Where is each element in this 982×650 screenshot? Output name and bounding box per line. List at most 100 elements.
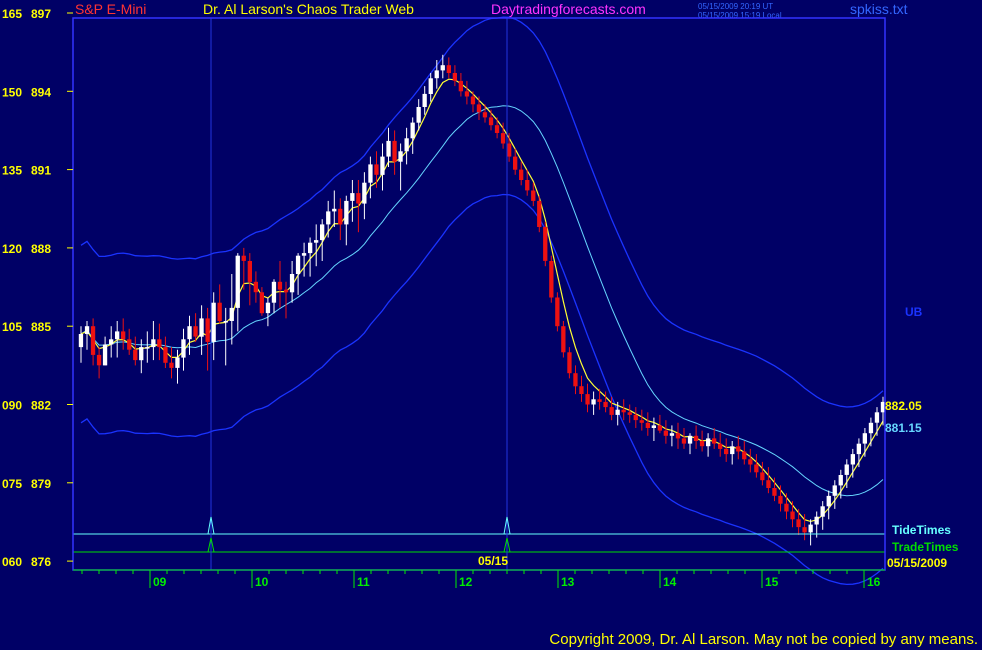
- candle: [687, 433, 693, 455]
- candle: [386, 127, 391, 167]
- x-day-label: 14: [663, 575, 677, 589]
- x-day-label: 12: [459, 575, 473, 589]
- candle-body: [422, 93, 427, 107]
- candle: [247, 253, 252, 306]
- candle-body: [796, 519, 801, 528]
- candle: [494, 117, 500, 139]
- candle-body: [718, 443, 723, 449]
- candle: [356, 180, 361, 233]
- lower-band-line: [80, 193, 884, 586]
- candle: [404, 127, 409, 165]
- candle: [199, 305, 204, 355]
- candle-body: [163, 347, 168, 363]
- candle: [301, 242, 307, 277]
- candle: [862, 428, 867, 457]
- candle-body: [109, 339, 114, 345]
- candle-body: [555, 297, 560, 327]
- ub-label: UB: [905, 305, 923, 319]
- candle-body: [102, 344, 108, 366]
- candle-body: [663, 430, 668, 436]
- candle: [699, 430, 705, 452]
- candle: [790, 501, 795, 528]
- y-price-label: 888: [31, 242, 51, 256]
- y-index-label: 090: [2, 399, 22, 413]
- y-price-label: 891: [31, 164, 51, 178]
- mid-band-line: [80, 105, 884, 497]
- candle-body: [127, 339, 132, 350]
- candle: [229, 274, 234, 345]
- candle-body: [193, 326, 198, 337]
- candle: [464, 80, 470, 105]
- band-layer: [80, 16, 884, 586]
- candle: [295, 253, 301, 295]
- candle-body: [277, 281, 283, 290]
- candle: [84, 321, 90, 350]
- candle-body: [229, 307, 234, 321]
- candle: [151, 321, 156, 361]
- candle: [440, 54, 445, 79]
- candle: [579, 375, 584, 402]
- candle-body: [826, 495, 831, 507]
- x-day-label: 16: [867, 575, 881, 589]
- candle-body: [157, 339, 162, 348]
- candle: [633, 407, 638, 428]
- candle-body: [151, 339, 156, 348]
- candle-body: [301, 253, 307, 256]
- candle-body: [850, 454, 855, 465]
- candle-body: [217, 302, 222, 321]
- candle: [90, 318, 96, 366]
- candle: [458, 73, 463, 97]
- y-index-label: 135: [2, 164, 22, 178]
- candle: [784, 493, 789, 520]
- candle-body: [78, 334, 84, 348]
- candle-body: [573, 373, 578, 387]
- x-marker-label: 05/15: [478, 554, 508, 568]
- candle-body: [199, 318, 204, 337]
- candle: [549, 255, 554, 303]
- tide-times-label: TideTimes: [892, 523, 951, 537]
- candle-body: [211, 302, 216, 342]
- candle-body: [736, 446, 741, 452]
- y-index-label: 105: [2, 320, 22, 334]
- candle: [235, 253, 240, 332]
- candle: [543, 221, 548, 267]
- candle-body: [96, 354, 102, 366]
- candle-body: [808, 524, 813, 533]
- copyright-notice: Copyright 2009, Dr. Al Larson. May not b…: [549, 631, 978, 648]
- candle-body: [404, 138, 409, 152]
- candle-body: [90, 326, 96, 355]
- candle: [754, 454, 759, 478]
- candle: [217, 284, 222, 324]
- candle-body: [567, 352, 572, 374]
- candle: [344, 195, 349, 246]
- candle: [205, 307, 210, 371]
- candle-body: [609, 407, 614, 415]
- candle-body: [320, 224, 325, 241]
- candle: [591, 391, 596, 415]
- candle: [669, 425, 675, 447]
- candle: [259, 287, 264, 316]
- candle-body: [832, 485, 837, 496]
- candle-body: [669, 433, 675, 436]
- candle: [585, 383, 590, 413]
- candle-body: [488, 117, 494, 126]
- candle-body: [627, 412, 632, 415]
- candle-body: [525, 180, 530, 191]
- candle-body: [133, 349, 138, 361]
- candle: [265, 297, 271, 327]
- candle: [253, 271, 258, 303]
- candle-body: [428, 78, 433, 94]
- candle-body: [115, 331, 120, 340]
- candle-body: [651, 425, 656, 428]
- candle-body: [597, 399, 602, 402]
- candle-body: [868, 422, 874, 434]
- candle-body: [440, 65, 445, 71]
- candle: [446, 57, 451, 79]
- chart-date-label: 05/15/2009: [887, 556, 947, 570]
- candle-body: [181, 339, 186, 358]
- candle-body: [235, 255, 240, 308]
- candle: [820, 501, 825, 530]
- candle: [223, 307, 228, 366]
- candle: [675, 422, 681, 449]
- candle: [157, 323, 162, 361]
